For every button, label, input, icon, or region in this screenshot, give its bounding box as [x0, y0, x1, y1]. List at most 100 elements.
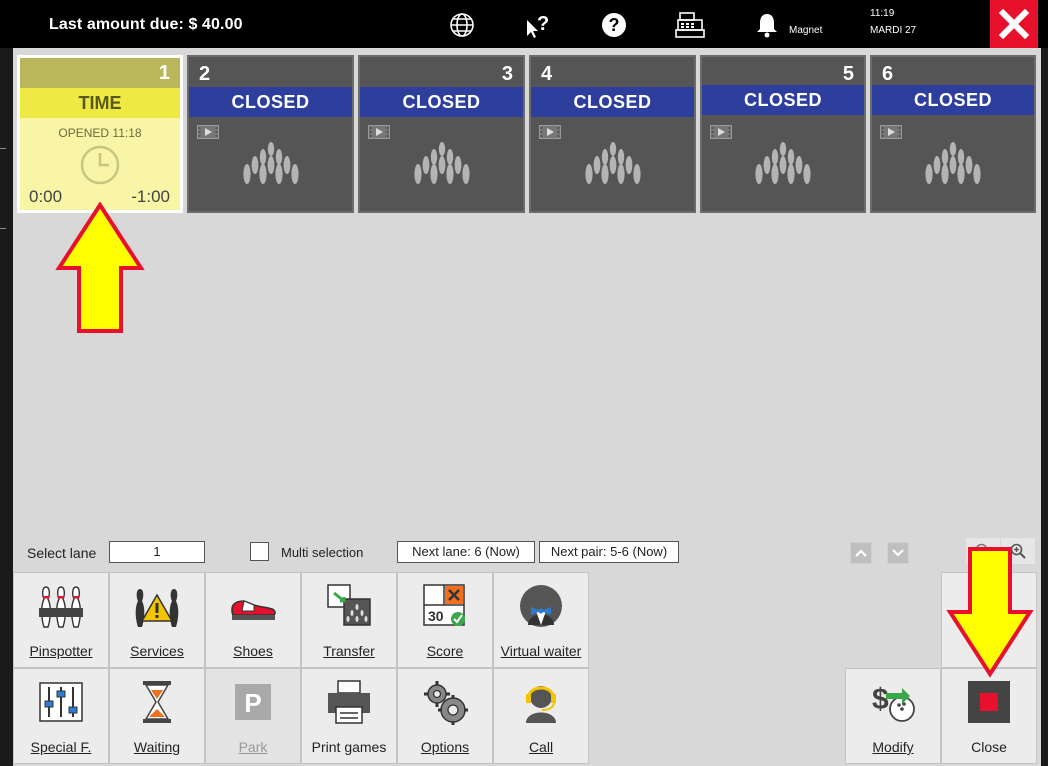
park-button[interactable]: P Park — [205, 668, 301, 764]
lane-state: CLOSED — [872, 85, 1034, 115]
lane-state: TIME — [20, 88, 180, 118]
bell-icon[interactable] — [752, 10, 782, 40]
lane-state: CLOSED — [702, 85, 864, 115]
cash-register-icon[interactable] — [675, 10, 705, 40]
score-label: Score — [426, 643, 464, 659]
waiting-label: Waiting — [133, 739, 181, 755]
action-buttons-panel: Pinspotter Services Shoes Transfer 30 Sc… — [13, 547, 1041, 766]
up-arrow-annotation-icon — [55, 202, 145, 333]
park-label: Park — [238, 739, 268, 755]
multi-selection-label: Multi selection — [281, 545, 364, 560]
magnet-label: Magnet — [789, 25, 823, 36]
clock-time: 11:19 — [870, 8, 895, 19]
virtual-waiter-button[interactable]: Virtual waiter — [493, 572, 589, 668]
shoes-button[interactable]: Shoes — [205, 572, 301, 668]
scroll-down-button[interactable] — [887, 542, 909, 564]
lane-6[interactable]: 6 CLOSED — [870, 55, 1036, 213]
print-games-button[interactable]: Print games — [301, 668, 397, 764]
services-button[interactable]: Services — [109, 572, 205, 668]
video-icon — [539, 125, 561, 139]
call-button[interactable]: Call — [493, 668, 589, 764]
waiter-icon — [520, 585, 562, 627]
video-icon — [197, 125, 219, 139]
lane-opened-time: OPENED 11:18 — [58, 126, 142, 140]
lane-1[interactable]: 1 TIME OPENED 11:18 0:00 -1:00 — [17, 55, 183, 213]
close-icon — [999, 9, 1029, 39]
help-cursor-icon[interactable]: ? — [523, 10, 553, 40]
printer-icon — [328, 680, 370, 724]
chevron-down-icon — [892, 549, 904, 557]
clock-date: MARDI 27 — [870, 25, 917, 36]
shoe-icon — [231, 600, 276, 620]
svg-text:P: P — [244, 688, 261, 718]
close-button[interactable]: Close — [941, 668, 1037, 764]
exit-button[interactable] — [990, 0, 1038, 48]
score-icon: 30 — [423, 584, 465, 626]
down-arrow-annotation-icon — [946, 547, 1034, 678]
pinspotter-icon — [39, 586, 83, 628]
stop-icon — [968, 681, 1010, 723]
top-bar: Last amount due: $ 40.00 ? ? Magnet 11:1… — [0, 0, 1048, 48]
next-pair-button[interactable]: Next pair: 5-6 (Now) — [539, 541, 679, 563]
left-edge-strip — [0, 48, 13, 766]
bowling-pins-icon — [413, 142, 470, 184]
operator-headset-icon — [526, 686, 556, 723]
pinspotter-button[interactable]: Pinspotter — [13, 572, 109, 668]
virtual-waiter-label: Virtual waiter — [500, 643, 582, 659]
services-label: Services — [130, 643, 184, 659]
special-f-button[interactable]: Special F. — [13, 668, 109, 764]
pinspotter-label: Pinspotter — [29, 643, 93, 659]
scroll-up-button[interactable] — [850, 542, 872, 564]
svg-text:30: 30 — [428, 608, 444, 624]
lane-number: 5 — [842, 63, 854, 85]
money-ball-icon: $ — [872, 683, 915, 722]
help-circle-icon[interactable]: ? — [599, 10, 629, 40]
last-amount-due: Last amount due: $ 40.00 — [49, 16, 243, 33]
transfer-button[interactable]: Transfer — [301, 572, 397, 668]
lane-number: 3 — [501, 63, 513, 85]
lane-2[interactable]: 2 CLOSED — [187, 55, 354, 213]
next-lane-button[interactable]: Next lane: 6 (Now) — [397, 541, 535, 563]
options-label: Options — [420, 739, 470, 755]
lane-header — [20, 58, 180, 88]
lane-state: CLOSED — [189, 87, 352, 117]
lane-state: CLOSED — [360, 87, 523, 117]
print-games-label: Print games — [311, 739, 387, 755]
lane-state: CLOSED — [531, 87, 694, 117]
video-icon — [368, 125, 390, 139]
select-lane-bar: Select lane 1 Multi selection Next lane:… — [13, 538, 1041, 572]
select-lane-label: Select lane — [27, 545, 97, 561]
modify-button[interactable]: $ Modify — [845, 668, 941, 764]
lane-number: 6 — [882, 63, 894, 85]
shoes-label: Shoes — [233, 643, 273, 659]
multi-selection-checkbox[interactable] — [250, 542, 269, 561]
video-icon — [710, 125, 732, 139]
video-icon — [880, 125, 902, 139]
modify-label: Modify — [872, 739, 914, 755]
options-button[interactable]: Options — [397, 668, 493, 764]
svg-text:?: ? — [537, 13, 549, 35]
waiting-button[interactable]: Waiting — [109, 668, 205, 764]
lane-3[interactable]: 3 CLOSED — [358, 55, 525, 213]
gears-icon — [424, 681, 468, 725]
globe-icon[interactable] — [447, 10, 477, 40]
score-button[interactable]: 30 Score — [397, 572, 493, 668]
lane-5[interactable]: 5 CLOSED — [700, 55, 866, 213]
hourglass-icon — [143, 681, 171, 723]
bowling-pins-icon — [755, 142, 811, 184]
bowling-pins-icon — [584, 142, 641, 184]
lanes-area: 1 TIME OPENED 11:18 0:00 -1:00 2 CLOSED … — [13, 48, 1041, 538]
close-label: Close — [971, 739, 1007, 755]
lane-number: 4 — [541, 63, 553, 85]
chevron-up-icon — [855, 549, 867, 557]
transfer-label: Transfer — [323, 643, 375, 659]
clock-icon — [80, 145, 120, 185]
select-lane-input[interactable]: 1 — [109, 541, 205, 563]
special-f-label: Special F. — [30, 739, 92, 755]
bowling-pins-icon — [242, 142, 299, 184]
bowling-pins-icon — [925, 142, 981, 184]
svg-text:?: ? — [609, 15, 620, 35]
services-warning-icon — [135, 589, 179, 627]
lane-4[interactable]: 4 CLOSED — [529, 55, 696, 213]
transfer-icon — [327, 584, 371, 626]
